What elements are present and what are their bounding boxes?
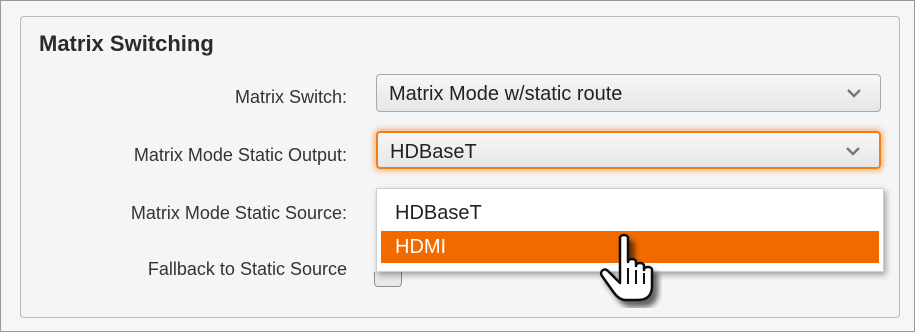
matrix-switch-select[interactable]: Matrix Mode w/static route (376, 74, 881, 112)
chevron-down-icon (846, 147, 860, 156)
matrix-mode-static-output-value: HDBaseT (390, 141, 477, 163)
matrix-switch-value: Matrix Mode w/static route (389, 83, 623, 105)
chevron-down-icon (847, 89, 861, 98)
matrix-switch-label: Matrix Switch: (234, 87, 347, 107)
matrix-mode-static-output-select[interactable]: HDBaseT (376, 131, 881, 169)
panel-title: Matrix Switching (39, 31, 214, 56)
matrix-switching-panel: Matrix Switching Matrix Switch: Matrix M… (20, 16, 900, 318)
fallback-to-static-source-label: Fallback to Static Source (147, 259, 347, 279)
hand-pointer-icon (599, 233, 654, 302)
fallback-to-static-source-checkbox[interactable] (374, 272, 402, 287)
matrix-mode-static-source-label: Matrix Mode Static Source: (130, 203, 347, 223)
dropdown-option-hdbaset[interactable]: HDBaseT (381, 197, 879, 229)
matrix-mode-static-output-label: Matrix Mode Static Output: (133, 145, 347, 165)
